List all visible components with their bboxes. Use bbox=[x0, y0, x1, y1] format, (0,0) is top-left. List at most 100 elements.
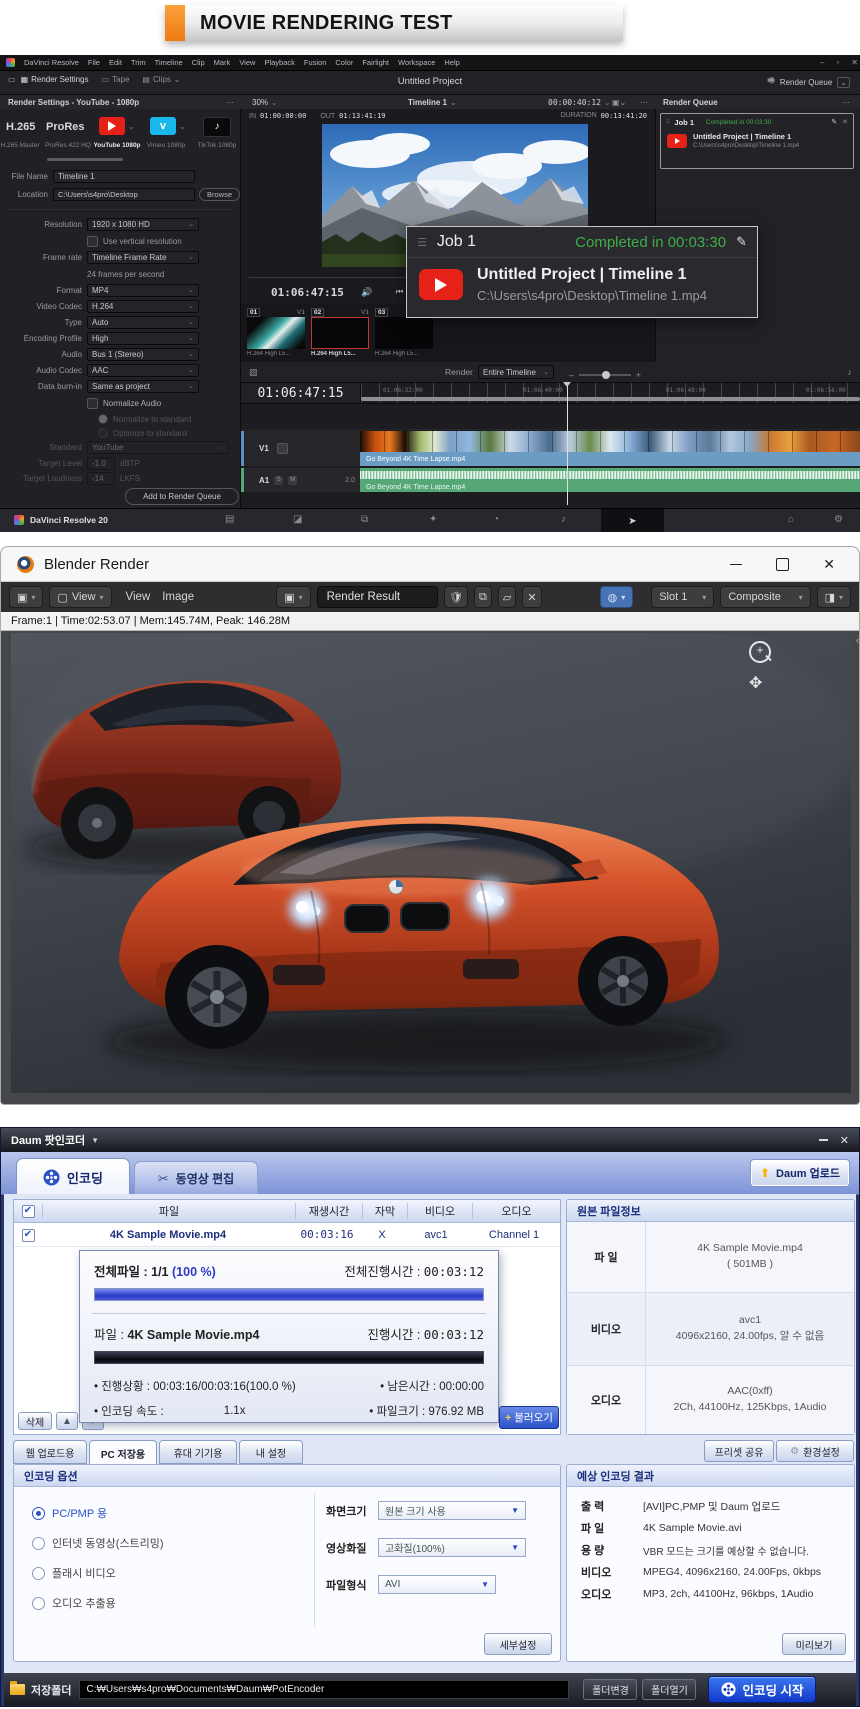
menu-playback[interactable]: Playback bbox=[264, 58, 294, 67]
target-level-input[interactable]: -1.0 bbox=[87, 457, 115, 470]
audio-note-icon[interactable]: ♪ bbox=[848, 367, 853, 377]
media-page-icon[interactable]: ▤ bbox=[225, 514, 234, 525]
tiktok-icon[interactable]: ♪ bbox=[203, 117, 231, 137]
viewer-timecode-select[interactable]: 00:00:40:12⌄ bbox=[548, 98, 611, 107]
minimize-icon[interactable]: – bbox=[820, 58, 824, 67]
vimeo-icon[interactable]: v bbox=[150, 117, 176, 135]
file-row[interactable]: ✔ 4K Sample Movie.mp4 00:03:16 X avc1 Ch… bbox=[14, 1223, 560, 1247]
chevron-down-icon[interactable]: ▼ bbox=[91, 1136, 99, 1145]
col-subtitle[interactable]: 자막 bbox=[363, 1203, 408, 1219]
load-button[interactable]: + 불러오기 bbox=[499, 1406, 559, 1429]
radio-audio-extract[interactable]: 오디오 추출용 bbox=[32, 1595, 116, 1611]
slot-select[interactable]: Slot 1▾ bbox=[651, 586, 714, 608]
playhead[interactable] bbox=[567, 383, 568, 505]
queue-thumbnail-2[interactable]: 02 V1 H.264 High L5... bbox=[311, 307, 369, 359]
a1-clip[interactable]: Go Beyond 4K Time Lapse.mp4 bbox=[360, 468, 860, 492]
panel-toggle-icon[interactable]: ⌄ bbox=[837, 77, 850, 88]
select-all-checkbox[interactable]: ✔ bbox=[14, 1204, 43, 1218]
render-cache-icon[interactable]: ▨ bbox=[249, 367, 258, 378]
minimize-icon[interactable] bbox=[730, 564, 742, 565]
menu-color[interactable]: Color bbox=[335, 58, 353, 67]
preset-prores[interactable]: ProRes bbox=[46, 121, 85, 133]
edit-job-icon[interactable]: ✎ bbox=[831, 118, 837, 126]
menu-trim[interactable]: Trim bbox=[131, 58, 146, 67]
menu-app[interactable]: DaVinci Resolve bbox=[24, 58, 79, 67]
menu-help[interactable]: Help bbox=[444, 58, 459, 67]
maximize-icon[interactable] bbox=[776, 558, 789, 571]
row-checkbox[interactable]: ✔ bbox=[22, 1229, 35, 1242]
tab-encoding[interactable]: 인코딩 bbox=[16, 1158, 130, 1195]
daum-upload-button[interactable]: ⬆ Daum 업로드 bbox=[751, 1160, 849, 1186]
viewer-timeline-select[interactable]: Timeline 1⌄ bbox=[408, 98, 457, 107]
screen-size-select[interactable]: 원본 크기 사용▼ bbox=[378, 1501, 526, 1520]
timeline-zoom-slider[interactable]: – + bbox=[569, 370, 641, 380]
cut-page-icon[interactable]: ◪ bbox=[293, 514, 302, 525]
render-scope-select[interactable]: Entire Timeline⌄ bbox=[478, 365, 554, 379]
scene-select[interactable]: ◍▾ bbox=[600, 586, 634, 608]
vertical-res-checkbox[interactable] bbox=[87, 236, 98, 247]
add-to-render-queue-button[interactable]: Add to Render Queue bbox=[125, 488, 239, 505]
target-loudness-input[interactable]: -14 bbox=[87, 472, 115, 485]
audio-select[interactable]: Bus 1 (Stereo)⌄ bbox=[87, 348, 199, 361]
timeline-ruler[interactable]: 01:06:32:00 01:06:40:00 01:06:48:00 01:0… bbox=[361, 383, 860, 403]
move-up-button[interactable]: ▲ bbox=[56, 1412, 78, 1430]
image-browse-button[interactable]: ▣▾ bbox=[276, 586, 310, 608]
edit-page-icon[interactable]: ⧉ bbox=[361, 514, 368, 525]
radio-pc-pmp[interactable]: PC/PMP 용 bbox=[32, 1505, 107, 1521]
viewer-more-icon[interactable]: ⋯ bbox=[640, 98, 648, 107]
audio-codec-select[interactable]: AAC⌄ bbox=[87, 364, 199, 377]
v1-track-header[interactable]: V1 bbox=[241, 431, 360, 466]
delete-button[interactable]: 삭제 bbox=[18, 1412, 52, 1430]
fake-user-icon[interactable]: 🛡 bbox=[444, 586, 468, 608]
col-audio[interactable]: 오디오 bbox=[473, 1203, 560, 1219]
view-menu[interactable]: View bbox=[126, 591, 151, 603]
settings-gear-icon[interactable]: ⚙ bbox=[834, 514, 843, 525]
browse-button[interactable]: Browse bbox=[199, 188, 240, 201]
standard-select[interactable]: YouTube⌄ bbox=[87, 441, 229, 454]
chevron-down-icon[interactable]: ⌄ bbox=[179, 122, 186, 131]
drag-handle-icon[interactable]: ⠿ bbox=[666, 119, 670, 126]
menu-view[interactable]: View bbox=[239, 58, 255, 67]
color-page-icon[interactable]: ◔ bbox=[493, 514, 499, 525]
format-select[interactable]: AVI▼ bbox=[378, 1575, 496, 1594]
framerate-select[interactable]: Timeline Frame Rate⌄ bbox=[87, 251, 199, 264]
menu-fairlight[interactable]: Fairlight bbox=[362, 58, 389, 67]
drag-handle-icon[interactable]: ☰ bbox=[417, 236, 427, 249]
save-folder-path[interactable]: C:₩Users₩s4pro₩Documents₩Daum₩PotEncoder bbox=[79, 1680, 569, 1699]
menu-mark[interactable]: Mark bbox=[214, 58, 231, 67]
resolution-select[interactable]: 1920 x 1080 HD⌄ bbox=[87, 218, 199, 231]
pan-hand-icon[interactable]: ✥ bbox=[749, 673, 762, 693]
pass-select[interactable]: Composite▾ bbox=[720, 586, 810, 608]
timeline-scrollbar[interactable] bbox=[361, 397, 860, 401]
preset-share-button[interactable]: 프리셋 공유 bbox=[704, 1440, 774, 1462]
edit-job-icon[interactable]: ✎ bbox=[736, 234, 747, 250]
minimize-icon[interactable] bbox=[819, 1139, 828, 1141]
col-file[interactable]: 파일 bbox=[43, 1203, 296, 1219]
new-image-icon[interactable]: ⧉ bbox=[474, 586, 492, 608]
radio-flash[interactable]: 플래시 비디오 bbox=[32, 1565, 116, 1581]
editor-type-select[interactable]: ▣▾ bbox=[9, 586, 43, 608]
app-settings-button[interactable]: ⚙ 환경설정 bbox=[776, 1440, 854, 1462]
v1-clip[interactable]: Go Beyond 4K Time Lapse.mp4 bbox=[360, 431, 860, 466]
menu-fusion[interactable]: Fusion bbox=[304, 58, 327, 67]
data-burnin-select[interactable]: Same as project⌄ bbox=[87, 380, 199, 393]
view-mode-select[interactable]: ▢View▾ bbox=[49, 586, 111, 608]
close-icon[interactable]: ✕ bbox=[851, 58, 858, 67]
start-encoding-button[interactable]: 인코딩 시작 bbox=[708, 1676, 816, 1703]
menu-edit[interactable]: Edit bbox=[109, 58, 122, 67]
change-folder-button[interactable]: 폴더변경 bbox=[583, 1679, 637, 1700]
file-name-input[interactable]: Timeline 1 bbox=[53, 170, 195, 183]
quality-select[interactable]: 고화질(100%)▼ bbox=[378, 1538, 526, 1557]
preset-scrollbar[interactable] bbox=[47, 158, 123, 161]
radio-streaming[interactable]: 인터넷 동영상(스트리밍) bbox=[32, 1535, 164, 1551]
mute-button[interactable]: M bbox=[288, 476, 297, 485]
tab-web-upload[interactable]: 웹 업로드용 bbox=[13, 1440, 87, 1464]
maximize-icon[interactable]: ▫ bbox=[836, 58, 839, 67]
youtube-icon[interactable] bbox=[99, 117, 125, 135]
viewer-zoom-select[interactable]: 30%⌄ bbox=[252, 98, 278, 107]
remove-job-icon[interactable]: ✕ bbox=[842, 118, 848, 126]
fusion-page-icon[interactable]: ✦ bbox=[429, 514, 437, 525]
location-input[interactable]: C:\Users\s4pro\Desktop bbox=[53, 188, 195, 201]
close-icon[interactable]: ✕ bbox=[840, 1134, 849, 1147]
optimize-std-radio[interactable] bbox=[98, 428, 108, 438]
